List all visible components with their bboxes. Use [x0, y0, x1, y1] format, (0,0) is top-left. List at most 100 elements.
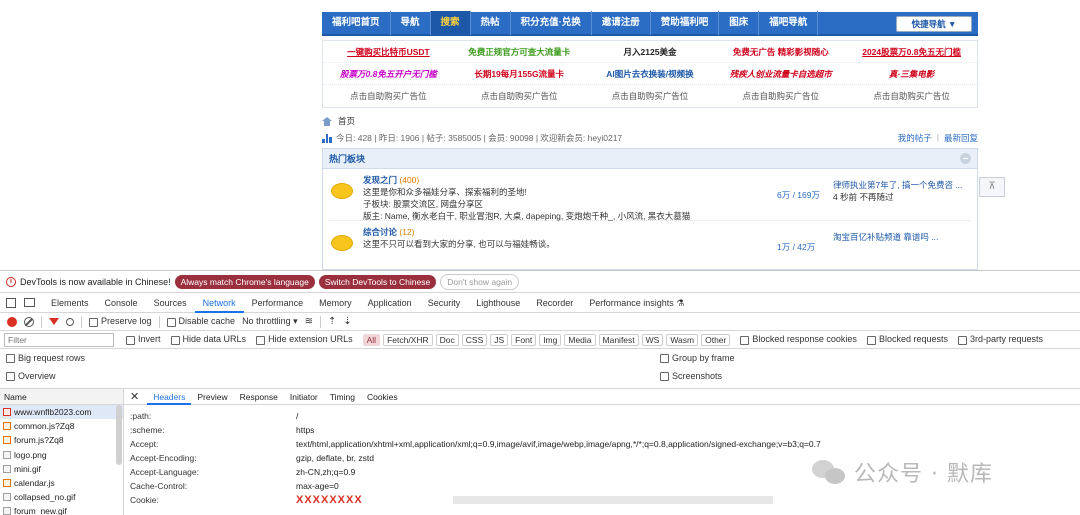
detail-tab-initiator[interactable]: Initiator	[284, 389, 324, 405]
type-filter-ws[interactable]: WS	[641, 333, 664, 346]
checkbox[interactable]	[660, 354, 669, 364]
forum-bubble-icon[interactable]	[331, 183, 353, 199]
type-filter-all[interactable]: All	[362, 333, 381, 346]
filter-icon[interactable]	[49, 318, 59, 325]
quick-nav-button[interactable]: 快捷导航 ▼	[896, 16, 972, 32]
request-row[interactable]: mini.gif	[0, 462, 123, 476]
request-row[interactable]: calendar.js	[0, 476, 123, 490]
ad-link[interactable]: 免费无广告 精彩影视随心	[715, 46, 846, 58]
close-icon[interactable]: ✕	[130, 390, 139, 403]
invert-toggle[interactable]: Invert	[126, 334, 161, 345]
ad-link[interactable]: 免费正规官方可查大流量卡	[454, 46, 585, 58]
ad-link[interactable]: 长期19每月155G流量卡	[454, 68, 585, 80]
forum-bubble-icon[interactable]	[331, 235, 353, 251]
nav-item[interactable]: 福吧导航	[759, 11, 819, 35]
type-filter-js[interactable]: JS	[490, 333, 509, 346]
group-frame-toggle[interactable]: Group by frame	[660, 353, 735, 364]
request-row[interactable]: forum_new.gif	[0, 504, 123, 515]
nav-item[interactable]: 热帖	[471, 11, 511, 35]
nav-item[interactable]: 积分充值·兑换	[511, 11, 592, 35]
detail-tab-timing[interactable]: Timing	[324, 389, 361, 405]
disable-cache-toggle[interactable]: Disable cache	[166, 316, 235, 327]
type-filter-wasm[interactable]: Wasm	[666, 333, 699, 346]
tab-memory[interactable]: Memory	[311, 293, 360, 313]
checkbox[interactable]	[6, 372, 15, 382]
tab-security[interactable]: Security	[420, 293, 469, 313]
inspect-icon[interactable]	[6, 297, 16, 308]
record-icon[interactable]	[7, 316, 17, 327]
ad-link[interactable]: AI图片去衣换装/视频换	[585, 68, 716, 80]
nav-item[interactable]: 图床	[719, 11, 760, 35]
request-row[interactable]: logo.png	[0, 448, 123, 462]
checkbox[interactable]	[166, 317, 176, 327]
screenshots-toggle[interactable]: Screenshots	[660, 371, 722, 382]
detail-tab-preview[interactable]: Preview	[191, 389, 233, 405]
checkbox[interactable]	[740, 335, 750, 345]
checkbox[interactable]	[89, 317, 98, 327]
name-column-header[interactable]: Name	[0, 389, 123, 405]
checkbox[interactable]	[957, 335, 967, 345]
type-filter-manifest[interactable]: Manifest	[598, 333, 639, 346]
nav-item[interactable]: 邀请注册	[592, 11, 651, 35]
third-party-toggle[interactable]: 3rd-party requests	[957, 334, 1043, 345]
request-row[interactable]: common.js?Zq8	[0, 419, 123, 433]
ad-link[interactable]: 真·三集电影	[846, 68, 977, 80]
type-filter-media[interactable]: Media	[564, 333, 596, 346]
ad-link[interactable]: 一键购买比特币USDT	[323, 46, 454, 58]
tab-network[interactable]: Network	[194, 293, 244, 313]
request-row[interactable]: www.wnflb2023.com	[0, 405, 123, 420]
detail-tab-cookies[interactable]: Cookies	[361, 389, 404, 405]
filter-input[interactable]	[4, 332, 114, 347]
dont-show-again-button[interactable]: Don't show again	[440, 273, 520, 290]
ad-link[interactable]: 残疾人创业流量卡自选超市	[715, 68, 846, 80]
throttling-select[interactable]: No throttling ▾	[242, 316, 298, 327]
forum-title[interactable]: 综合讨论	[363, 227, 397, 237]
scrollbar[interactable]	[116, 405, 122, 465]
checkbox[interactable]	[660, 372, 669, 382]
latest-reply-link[interactable]: 最新回复	[944, 132, 978, 144]
preserve-log-toggle[interactable]: Preserve log	[89, 316, 152, 327]
nav-item[interactable]: 赞助福利吧	[651, 11, 720, 35]
match-language-button[interactable]: Always match Chrome's language	[174, 274, 315, 289]
ad-link[interactable]: 股票万0.8免五开户无门槛	[323, 68, 454, 80]
import-icon[interactable]: ⇡	[328, 316, 336, 327]
tab-performance[interactable]: Performance	[244, 293, 312, 313]
checkbox[interactable]	[256, 335, 266, 345]
checkbox[interactable]	[6, 354, 15, 364]
request-row[interactable]: collapsed_no.gif	[0, 490, 123, 504]
ad-slot-link[interactable]: 点击自助购买广告位	[846, 90, 977, 102]
type-filter-css[interactable]: CSS	[461, 333, 488, 346]
checkbox[interactable]	[126, 335, 135, 345]
device-toggle-icon[interactable]	[24, 298, 35, 307]
export-icon[interactable]: ⇣	[343, 316, 351, 327]
hide-extension-urls-toggle[interactable]: Hide extension URLs	[256, 334, 353, 345]
ad-slot-link[interactable]: 点击自助购买广告位	[323, 90, 454, 102]
tab-performance-insights[interactable]: Performance insights ⚗	[581, 293, 692, 313]
ad-link[interactable]: 2024股票万0.8免五无门槛	[846, 46, 977, 58]
last-post-title[interactable]: 淘宝百亿补贴频道 靠谱吗 ...	[833, 231, 938, 243]
ad-slot-link[interactable]: 点击自助购买广告位	[715, 90, 846, 102]
type-filter-doc[interactable]: Doc	[435, 333, 459, 346]
ad-link[interactable]: 月入2125美金	[585, 46, 716, 58]
blocked-cookies-toggle[interactable]: Blocked response cookies	[740, 334, 857, 345]
forum-title[interactable]: 发现之门	[363, 175, 397, 185]
checkbox[interactable]	[866, 335, 876, 345]
overview-toggle[interactable]: Overview	[6, 371, 56, 382]
detail-tab-response[interactable]: Response	[234, 389, 284, 405]
switch-chinese-button[interactable]: Switch DevTools to Chinese	[318, 274, 437, 289]
type-filter-other[interactable]: Other	[701, 333, 731, 346]
ad-slot-link[interactable]: 点击自助购买广告位	[454, 90, 585, 102]
hide-data-urls-toggle[interactable]: Hide data URLs	[170, 334, 246, 345]
tab-elements[interactable]: Elements	[43, 293, 97, 313]
detail-tab-headers[interactable]: Headers	[147, 389, 192, 405]
nav-item[interactable]: 福利吧首页	[322, 11, 391, 35]
big-rows-toggle[interactable]: Big request rows	[6, 353, 85, 364]
wifi-icon[interactable]: ≋	[305, 316, 313, 327]
breadcrumb-home[interactable]: 首页	[338, 115, 355, 127]
tab-console[interactable]: Console	[97, 293, 146, 313]
collapse-icon[interactable]	[960, 153, 971, 164]
back-to-top-button[interactable]: ⊼	[979, 177, 1005, 197]
clear-icon[interactable]	[24, 316, 34, 327]
type-filter-img[interactable]: Img	[539, 333, 562, 346]
type-filter-font[interactable]: Font	[511, 333, 537, 346]
